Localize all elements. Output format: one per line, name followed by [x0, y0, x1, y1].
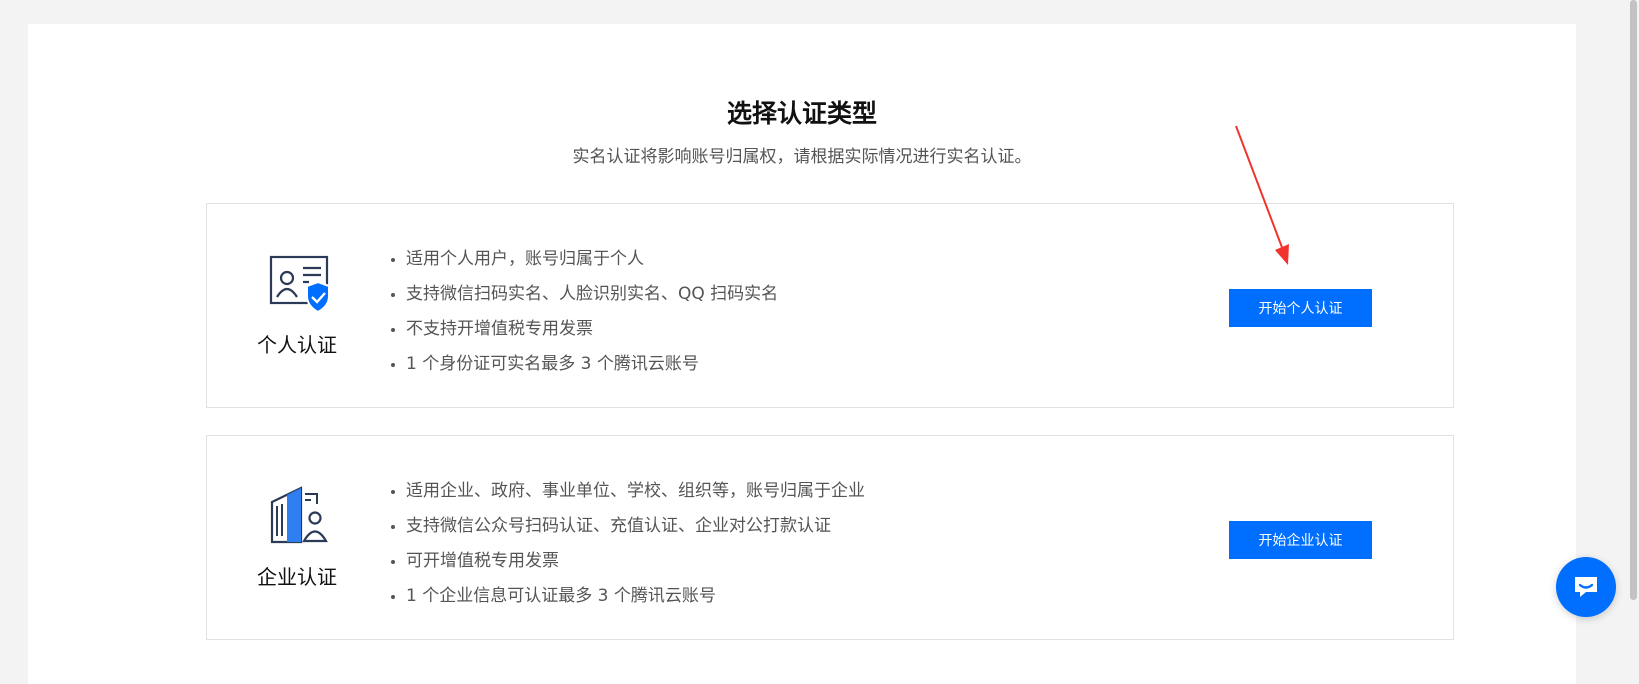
- chat-bubble-icon: [1575, 577, 1597, 597]
- main-panel: 选择认证类型 实名认证将影响账号归属权，请根据实际情况进行实名认证。 个人认证 …: [28, 24, 1576, 684]
- list-item: 支持微信公众号扫码认证、充值认证、企业对公打款认证: [391, 509, 865, 544]
- enterprise-verification-card: 企业认证 适用企业、政府、事业单位、学校、组织等，账号归属于企业 支持微信公众号…: [206, 435, 1454, 640]
- list-item: 1 个企业信息可认证最多 3 个腾讯云账号: [391, 579, 865, 614]
- vertical-scrollbar[interactable]: [1627, 0, 1639, 665]
- scrollbar-thumb[interactable]: [1630, 0, 1637, 600]
- personal-verification-card: 个人认证 适用个人用户，账号归属于个人 支持微信扫码实名、人脸识别实名、QQ 扫…: [206, 203, 1454, 408]
- list-item: 不支持开增值税专用发票: [391, 312, 778, 347]
- list-item: 适用企业、政府、事业单位、学校、组织等，账号归属于企业: [391, 474, 865, 509]
- page-subtitle: 实名认证将影响账号归属权，请根据实际情况进行实名认证。: [572, 147, 1032, 167]
- chat-button[interactable]: [1556, 557, 1616, 617]
- personal-card-title: 个人认证: [257, 333, 337, 357]
- enterprise-card-title: 企业认证: [257, 565, 337, 589]
- building-user-icon: [269, 484, 331, 546]
- list-item: 可开增值税专用发票: [391, 544, 865, 579]
- personal-feature-list: 适用个人用户，账号归属于个人 支持微信扫码实名、人脸识别实名、QQ 扫码实名 不…: [391, 242, 778, 382]
- page-title: 选择认证类型: [726, 99, 877, 128]
- start-enterprise-verification-button[interactable]: 开始企业认证: [1229, 521, 1372, 559]
- list-item: 1 个身份证可实名最多 3 个腾讯云账号: [391, 347, 778, 382]
- start-personal-verification-button[interactable]: 开始个人认证: [1229, 289, 1372, 327]
- list-item: 支持微信扫码实名、人脸识别实名、QQ 扫码实名: [391, 277, 778, 312]
- enterprise-feature-list: 适用企业、政府、事业单位、学校、组织等，账号归属于企业 支持微信公众号扫码认证、…: [391, 474, 865, 614]
- id-card-shield-icon: [269, 252, 331, 314]
- list-item: 适用个人用户，账号归属于个人: [391, 242, 778, 277]
